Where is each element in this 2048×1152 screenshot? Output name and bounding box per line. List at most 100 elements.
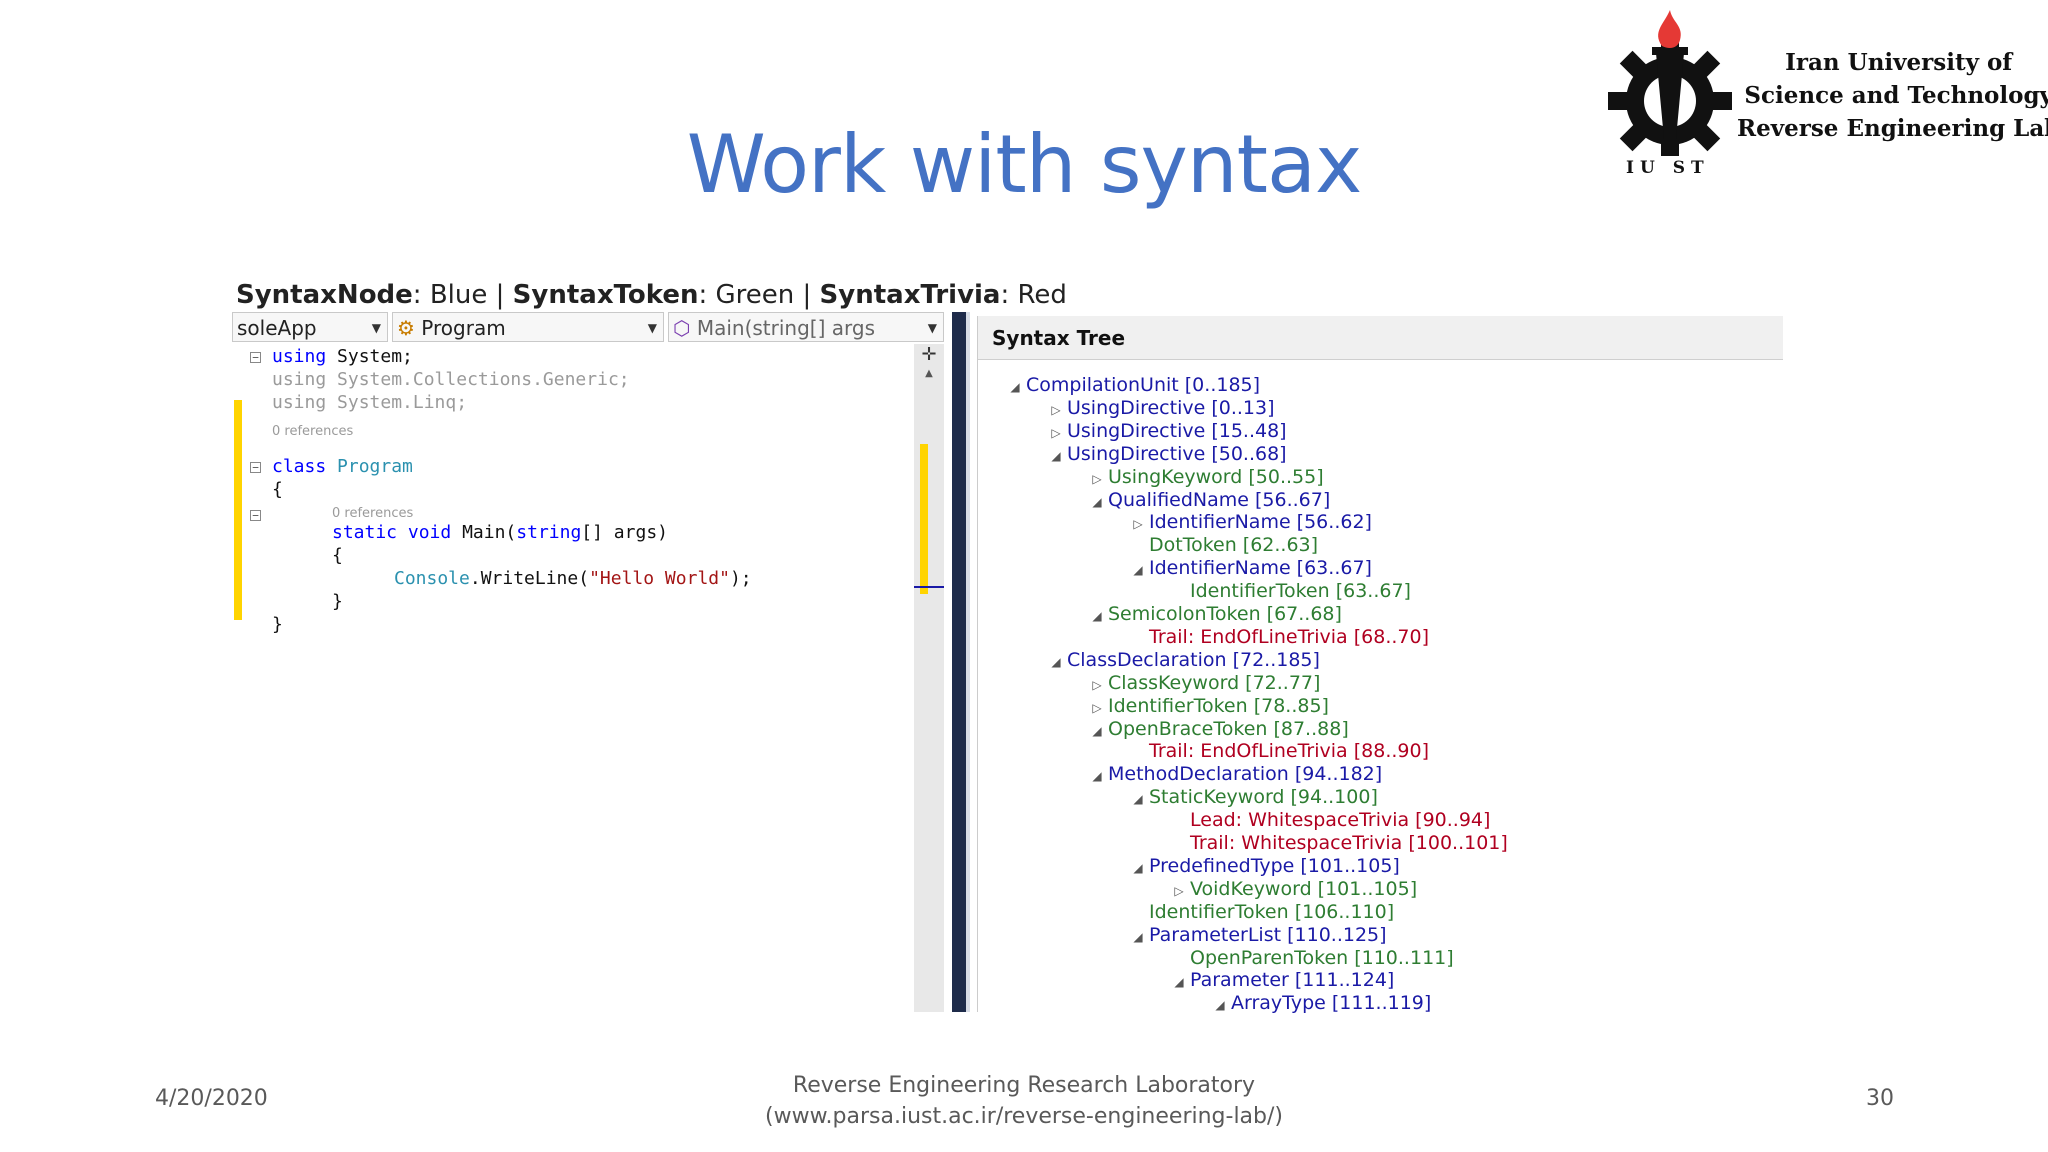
- tree-node-label: UsingDirective [50..68]: [1067, 442, 1287, 465]
- tree-node-label: ClassDeclaration [72..185]: [1067, 648, 1320, 671]
- collapse-arrow-icon[interactable]: ▷: [1045, 426, 1067, 440]
- split-icon[interactable]: ✛: [914, 344, 944, 366]
- code-string: "Hello World": [589, 568, 730, 589]
- class-dropdown-label: Program: [421, 316, 506, 340]
- collapse-arrow-icon[interactable]: ▷: [1168, 884, 1190, 898]
- dropdown-arrow-icon: ▼: [927, 321, 937, 335]
- tree-node-label: IdentifierToken [63..67]: [1190, 580, 1411, 603]
- tree-node[interactable]: IdentifierToken [63..67]: [1168, 580, 1411, 602]
- tree-node[interactable]: Trail: EndOfLineTrivia [88..90]: [1127, 740, 1429, 762]
- expand-arrow-icon[interactable]: ◢: [1127, 792, 1149, 806]
- tree-node[interactable]: ▷ UsingKeyword [50..55]: [1086, 465, 1324, 488]
- tree-node[interactable]: Trail: EndOfLineTrivia [68..70]: [1127, 626, 1429, 648]
- code-keyword: class: [272, 456, 327, 477]
- tree-node[interactable]: ◢ SemicolonToken [67..68]: [1086, 603, 1342, 625]
- member-dropdown[interactable]: ⬡ Main(string[] args ▼: [668, 312, 944, 342]
- code-keyword: using: [272, 346, 327, 367]
- tree-node[interactable]: IdentifierToken [106..110]: [1127, 901, 1394, 923]
- tree-node-label: VoidKeyword [101..105]: [1190, 877, 1418, 900]
- color-legend: SyntaxNode: Blue | SyntaxToken: Green | …: [236, 280, 1067, 310]
- tree-node[interactable]: ▷ IdentifierToken [78..85]: [1086, 695, 1329, 717]
- expand-arrow-icon[interactable]: ◢: [1086, 769, 1108, 783]
- expand-arrow-icon[interactable]: ◢: [1086, 609, 1108, 623]
- expand-arrow-icon[interactable]: ◢: [1127, 930, 1149, 944]
- expand-arrow-icon[interactable]: ◢: [1045, 449, 1067, 463]
- tree-node[interactable]: ◢ PredefinedType [101..105]: [1127, 854, 1400, 877]
- tree-node[interactable]: Trail: WhitespaceTrivia [100..101]: [1168, 832, 1508, 854]
- tree-node-label: Trail: EndOfLineTrivia [68..70]: [1149, 625, 1429, 648]
- fold-toggle-icon[interactable]: −: [250, 510, 261, 521]
- tree-node[interactable]: ◢ StaticKeyword [94..100]: [1127, 786, 1378, 808]
- footer-lab-name: Reverse Engineering Research Laboratory: [792, 1073, 1256, 1098]
- tree-node[interactable]: ◢ OpenBraceToken [87..88]: [1086, 717, 1349, 740]
- page-number: 30: [1866, 1086, 1894, 1111]
- expand-arrow-icon[interactable]: ◢: [1086, 724, 1108, 738]
- tree-node-label: UsingDirective [15..48]: [1067, 419, 1287, 442]
- scroll-up-icon[interactable]: ▲: [914, 368, 944, 379]
- tree-node-label: OpenParenToken [110..111]: [1190, 946, 1454, 969]
- tree-node[interactable]: ◢ QualifiedName [56..67]: [1086, 489, 1330, 511]
- tree-node-label: PredefinedType [101..105]: [1149, 854, 1400, 877]
- window-splitter-edge: [966, 312, 970, 1012]
- reference-count[interactable]: 0 references: [272, 424, 353, 439]
- expand-arrow-icon[interactable]: ◢: [1086, 495, 1108, 509]
- tree-node[interactable]: ▷ UsingDirective [0..13]: [1045, 396, 1275, 419]
- tree-node[interactable]: ▷ ClassKeyword [72..77]: [1086, 672, 1320, 694]
- tree-node[interactable]: ◢ CompilationUnit [0..185]: [1004, 374, 1260, 396]
- dropdown-arrow-icon: ▼: [647, 321, 657, 335]
- expand-arrow-icon[interactable]: ◢: [1168, 975, 1190, 989]
- tree-node[interactable]: ◢ ParameterList [110..125]: [1127, 924, 1386, 946]
- collapse-arrow-icon[interactable]: ▷: [1086, 701, 1108, 715]
- footer-lab: Reverse Engineering Research Laboratory …: [0, 1070, 2048, 1132]
- tree-node[interactable]: DotToken [62..63]: [1127, 534, 1318, 556]
- editor-scrollbar[interactable]: ✛ ▲: [914, 344, 944, 1012]
- class-icon: ⚙: [397, 316, 415, 340]
- code-text: [] args): [581, 522, 668, 543]
- tree-node-label: OpenBraceToken [87..88]: [1108, 717, 1349, 740]
- tree-node-label: ArrayType [111..119]: [1231, 992, 1432, 1015]
- legend-token-label: SyntaxToken: [512, 280, 699, 310]
- tree-node-label: ClassKeyword [72..77]: [1108, 671, 1321, 694]
- reference-count[interactable]: 0 references: [332, 506, 413, 521]
- tree-node[interactable]: ◢ UsingDirective [50..68]: [1045, 442, 1287, 465]
- tree-node[interactable]: ◢ MethodDeclaration [94..182]: [1086, 763, 1382, 785]
- fold-toggle-icon[interactable]: −: [250, 462, 261, 473]
- tree-node[interactable]: ◢ IdentifierName [63..67]: [1127, 557, 1372, 579]
- code-line-faded: using System.Linq;: [272, 392, 468, 413]
- expand-arrow-icon[interactable]: ◢: [1209, 998, 1231, 1012]
- iust-logo: Iran University of Science and Technolog…: [1600, 6, 2048, 186]
- tree-node[interactable]: ▷ VoidKeyword [101..105]: [1168, 878, 1417, 900]
- fold-toggle-icon[interactable]: −: [250, 352, 261, 363]
- tree-node[interactable]: Lead: WhitespaceTrivia [90..94]: [1168, 809, 1490, 831]
- project-dropdown[interactable]: soleApp ▼: [232, 312, 388, 342]
- code-brace: }: [272, 614, 283, 635]
- expand-arrow-icon[interactable]: ◢: [1004, 380, 1026, 394]
- legend-trivia-label: SyntaxTrivia: [819, 280, 1001, 310]
- code-type: Console: [394, 568, 470, 589]
- tree-node[interactable]: ◢ Parameter [111..124]: [1168, 969, 1394, 991]
- collapse-arrow-icon[interactable]: ▷: [1086, 678, 1108, 692]
- code-keyword: void: [407, 522, 452, 543]
- expand-arrow-icon[interactable]: ◢: [1127, 563, 1149, 577]
- tree-node[interactable]: ▷ IdentifierName [56..62]: [1127, 511, 1372, 533]
- change-bar: [234, 400, 242, 620]
- tree-node[interactable]: ▷ UsingDirective [15..48]: [1045, 419, 1287, 442]
- code-brace: {: [332, 545, 343, 566]
- tree-node[interactable]: ◢ ArrayType [111..119]: [1209, 992, 1431, 1014]
- expand-arrow-icon[interactable]: ◢: [1127, 861, 1149, 875]
- tree-node-label: SemicolonToken [67..68]: [1108, 603, 1342, 625]
- caret-marker: [914, 586, 944, 588]
- legend-node-label: SyntaxNode: [236, 280, 413, 310]
- tree-node[interactable]: ◢ ClassDeclaration [72..185]: [1045, 649, 1320, 671]
- class-dropdown[interactable]: ⚙ Program ▼: [392, 312, 664, 342]
- tree-node-label: UsingKeyword [50..55]: [1108, 465, 1324, 488]
- collapse-arrow-icon[interactable]: ▷: [1086, 472, 1108, 486]
- tree-node-label: DotToken [62..63]: [1149, 534, 1319, 557]
- window-splitter[interactable]: [952, 312, 966, 1012]
- expand-arrow-icon[interactable]: ◢: [1045, 655, 1067, 669]
- tree-node[interactable]: OpenParenToken [110..111]: [1168, 947, 1454, 969]
- logo-line-2: Science and Technology: [1744, 82, 2048, 109]
- tree-node-label: UsingDirective [0..13]: [1067, 396, 1275, 419]
- collapse-arrow-icon[interactable]: ▷: [1045, 403, 1067, 417]
- collapse-arrow-icon[interactable]: ▷: [1127, 517, 1149, 531]
